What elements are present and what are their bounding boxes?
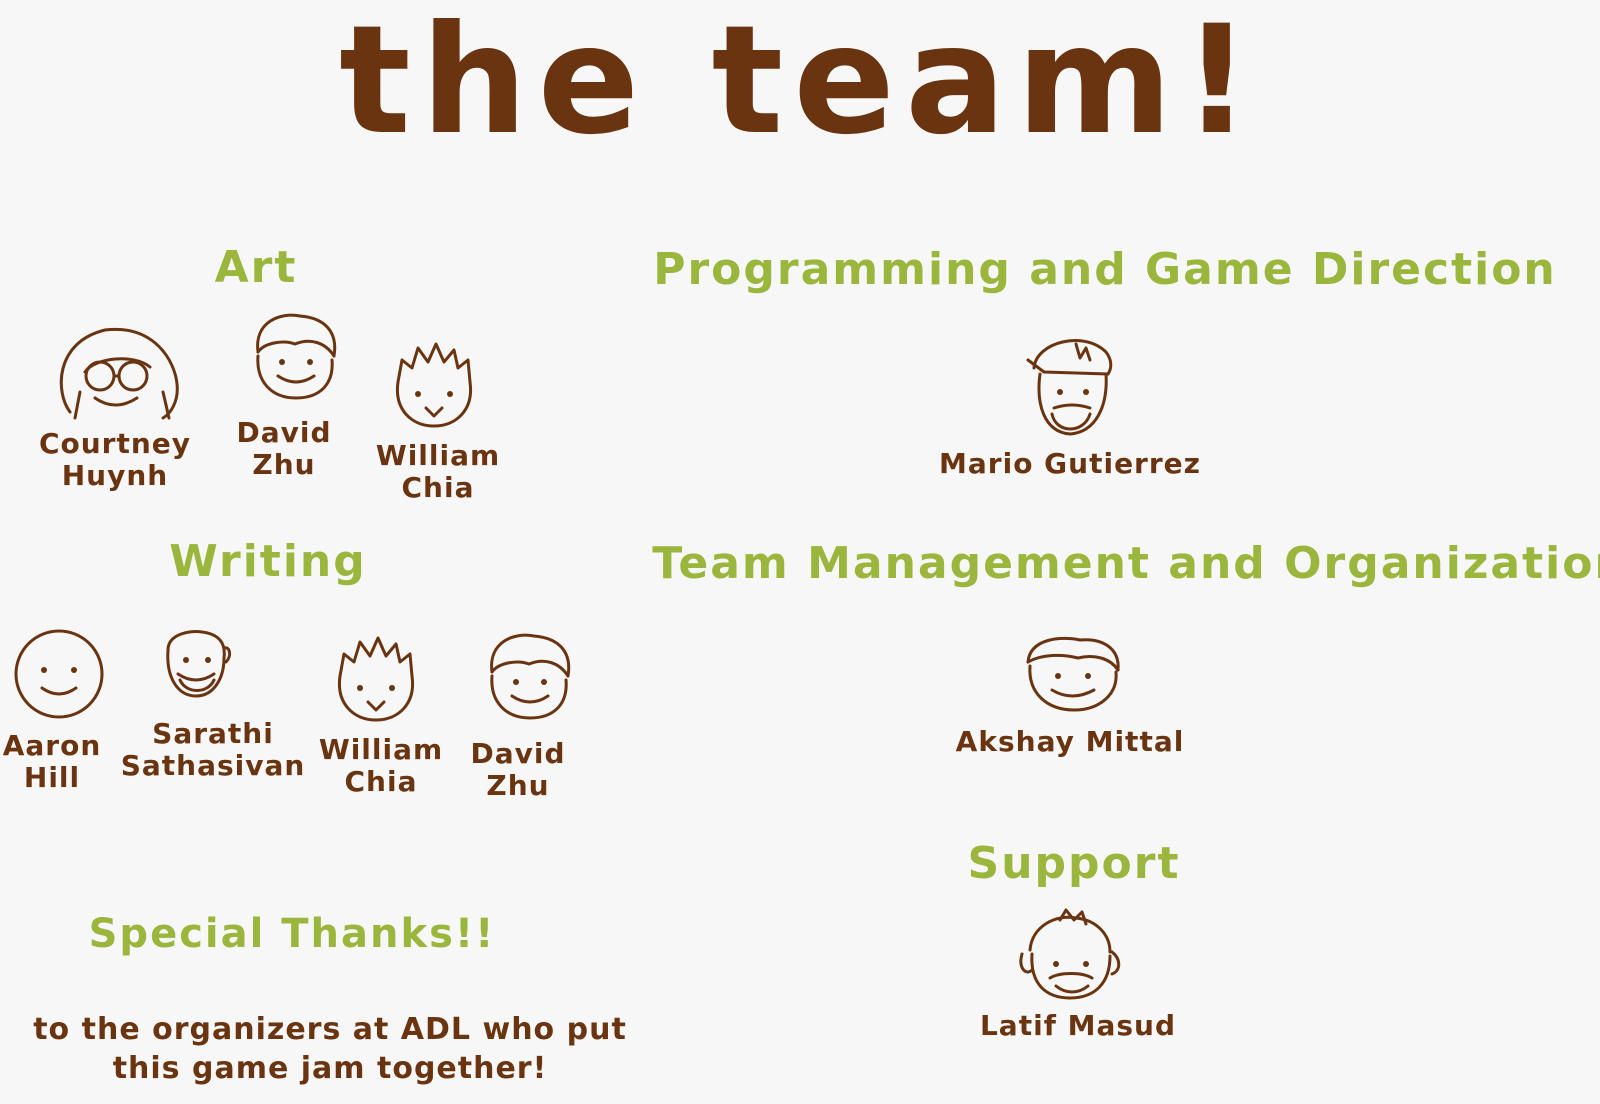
writing-heading: Writing	[169, 536, 367, 587]
member-name-william-writing: William Chia	[318, 733, 444, 799]
beard-face-icon	[166, 630, 232, 698]
page-title: the team!	[339, 0, 1261, 168]
member-name-mario: Mario Gutierrez	[939, 447, 1201, 480]
mustache-face-icon	[1019, 908, 1121, 1000]
member-name-william: William Chia	[375, 439, 501, 505]
member-name-akshay: Akshay Mittal	[955, 725, 1185, 758]
programming-heading: Programming and Game Direction	[653, 244, 1557, 295]
special-thanks-heading: Special Thanks!!	[88, 911, 496, 957]
simple-smile-face-icon	[14, 629, 104, 719]
member-name-david-writing: David Zhu	[470, 737, 566, 803]
member-name-sarathi: Sarathi Sathasivan	[120, 717, 306, 783]
support-heading: Support	[967, 838, 1181, 889]
hair-smile-face-icon	[1026, 636, 1120, 712]
spiky-hair-face-icon	[395, 342, 473, 428]
spiky-hair-face-icon	[337, 636, 415, 722]
member-name-aaron: Aaron Hill	[2, 729, 102, 795]
member-name-courtney: Courtney Huynh	[38, 427, 192, 493]
long-hair-glasses-face-icon	[59, 327, 179, 420]
cap-beard-face-icon	[1026, 339, 1113, 436]
management-heading: Team Management and Organization	[652, 538, 1600, 589]
special-thanks-note: to the organizers at ADL who put this ga…	[33, 1012, 627, 1086]
fluffy-hair-smile-face-icon	[256, 313, 337, 400]
fluffy-hair-smile-face-icon	[490, 633, 571, 720]
member-name-latif: Latif Masud	[979, 1009, 1177, 1042]
art-heading: Art	[214, 242, 298, 293]
member-name-david: David Zhu	[236, 416, 332, 482]
